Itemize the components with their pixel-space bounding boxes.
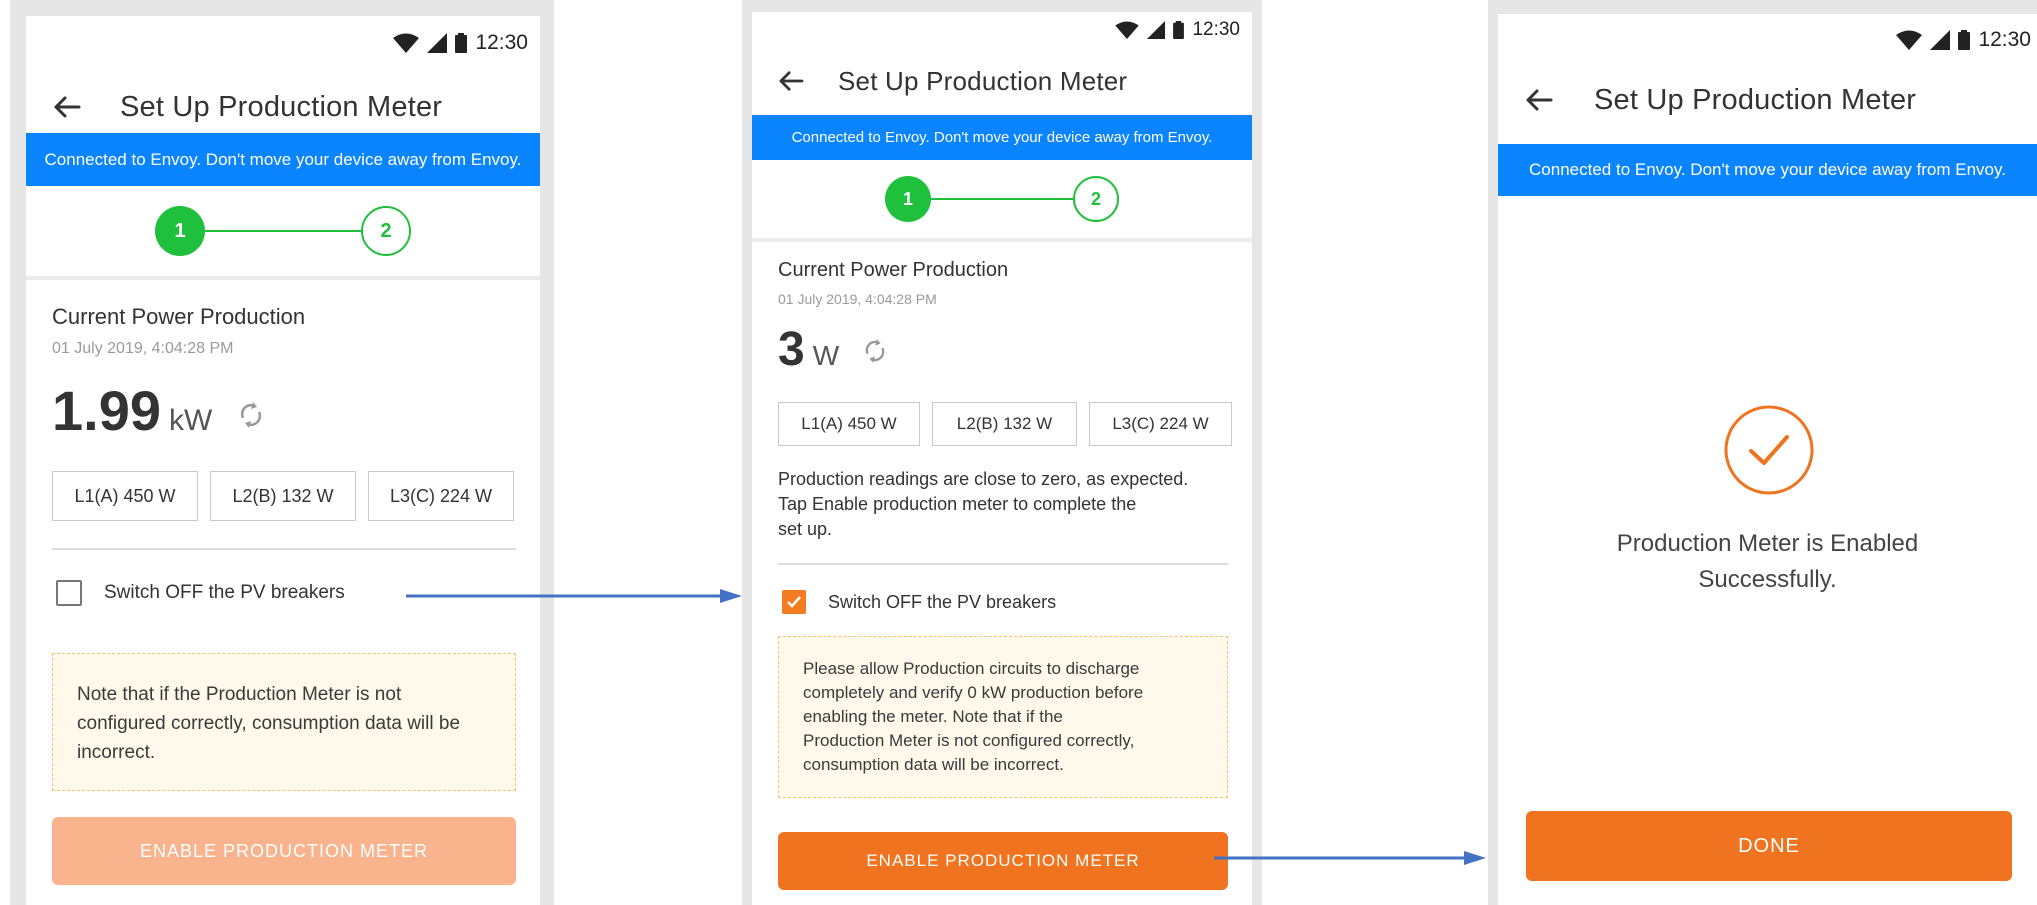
battery-icon [1173, 21, 1185, 39]
note-line-1: Please allow Production circuits to disc… [803, 659, 1140, 678]
note-line-4: Production Meter is not configured corre… [803, 731, 1135, 750]
phase-l1-reading: L1(A) 450 W [778, 402, 920, 446]
connection-banner: Connected to Envoy. Don't move your devi… [1498, 144, 2037, 196]
reading-timestamp: 01 July 2019, 4:04:28 PM [778, 291, 937, 307]
step-connector [931, 198, 1073, 200]
progress-stepper: 1 2 [752, 160, 1252, 242]
description-line-1: Production readings are close to zero, a… [778, 469, 1189, 489]
pv-breakers-checkbox[interactable] [782, 590, 806, 614]
note-line-3: enabling the meter. Note that if the [803, 707, 1063, 726]
power-value: 1.99 [52, 379, 161, 442]
description-line-2: Tap Enable production meter to complete … [778, 494, 1137, 514]
phase-l2-reading: L2(B) 132 W [932, 402, 1077, 446]
check-circle-icon [1724, 405, 1814, 495]
signal-icon [1147, 21, 1166, 39]
refresh-button[interactable] [238, 400, 264, 435]
progress-stepper: 1 2 [26, 186, 540, 280]
done-button[interactable]: DONE [1526, 811, 2012, 881]
flow-arrow-2 [1214, 851, 1486, 865]
warning-note: Please allow Production circuits to disc… [778, 636, 1228, 798]
phone-frame-3: 12:30 Set Up Production Meter Connected … [1488, 0, 2037, 905]
description-line-3: set up. [778, 519, 833, 539]
pv-breakers-checkbox[interactable] [56, 580, 82, 606]
back-button[interactable] [774, 64, 808, 98]
screen-step-1: 12:30 Set Up Production Meter Connected … [26, 16, 540, 905]
power-unit: W [812, 340, 840, 371]
status-bar: 12:30 [26, 16, 540, 70]
flow-arrow-1 [406, 589, 742, 603]
step-2-indicator: 2 [361, 206, 411, 256]
refresh-icon [241, 402, 262, 428]
section-title: Current Power Production [778, 259, 1009, 281]
note-line-3: incorrect. [77, 742, 156, 763]
battery-icon [1958, 30, 1971, 50]
status-time: 12:30 [1978, 28, 2031, 51]
pv-breakers-checkbox-row[interactable]: Switch OFF the PV breakers [56, 580, 345, 606]
success-line-1: Production Meter is Enabled [1616, 530, 1919, 557]
readings-description: Production readings are close to zero, a… [778, 467, 1238, 542]
status-time: 12:30 [1192, 19, 1240, 40]
divider [778, 563, 1228, 565]
warning-note: Note that if the Production Meter is not… [52, 653, 516, 791]
status-bar: 12:30 [1498, 14, 2037, 66]
section-title: Current Power Production [52, 304, 306, 329]
phase-l3-reading: L3(C) 224 W [1089, 402, 1232, 446]
enable-production-meter-button[interactable]: ENABLE PRODUCTION METER [52, 817, 516, 885]
divider [52, 548, 516, 550]
page-title: Set Up Production Meter [120, 90, 443, 123]
back-button[interactable] [50, 90, 84, 124]
checkmark-icon [787, 596, 801, 608]
app-bar: Set Up Production Meter [26, 72, 540, 142]
arrow-left-icon [779, 71, 804, 91]
arrow-left-icon [1526, 89, 1553, 111]
power-reading: 3 W [778, 322, 887, 377]
wifi-icon [1896, 30, 1923, 50]
phone-frame-1: 12:30 Set Up Production Meter Connected … [10, 0, 554, 905]
power-reading: 1.99 kW [52, 378, 264, 443]
status-time: 12:30 [475, 31, 528, 54]
power-unit: kW [169, 404, 213, 437]
pv-breakers-checkbox-row[interactable]: Switch OFF the PV breakers [782, 590, 1056, 614]
app-bar: Set Up Production Meter [752, 54, 1252, 108]
wifi-icon [1115, 21, 1140, 39]
checkbox-label: Switch OFF the PV breakers [828, 591, 1057, 612]
phase-readings: L1(A) 450 W L2(B) 132 W L3(C) 224 W [778, 402, 1232, 446]
app-bar: Set Up Production Meter [1498, 64, 2037, 136]
screen-success: 12:30 Set Up Production Meter Connected … [1498, 14, 2037, 905]
phase-l1-reading: L1(A) 450 W [52, 471, 198, 521]
phase-l3-reading: L3(C) 224 W [368, 471, 514, 521]
signal-icon [1930, 30, 1951, 50]
step-1-indicator: 1 [885, 176, 931, 222]
status-bar: 12:30 [752, 12, 1252, 48]
back-button[interactable] [1522, 83, 1556, 117]
connection-banner: Connected to Envoy. Don't move your devi… [26, 133, 540, 186]
step-2-indicator: 2 [1073, 176, 1119, 222]
success-line-2: Successfully. [1698, 566, 1837, 593]
note-line-5: consumption data will be incorrect. [803, 755, 1064, 774]
note-line-2: completely and verify 0 kW production be… [803, 683, 1144, 702]
phase-readings: L1(A) 450 W L2(B) 132 W L3(C) 224 W [52, 471, 514, 521]
screen-step-1-checked: 12:30 Set Up Production Meter Connected … [752, 12, 1252, 905]
power-value: 3 [778, 323, 805, 376]
checkbox-label: Switch OFF the PV breakers [104, 582, 345, 603]
phone-frame-2: 12:30 Set Up Production Meter Connected … [742, 0, 1262, 905]
phase-l2-reading: L2(B) 132 W [210, 471, 356, 521]
page-title: Set Up Production Meter [1594, 83, 1917, 116]
enable-production-meter-button[interactable]: ENABLE PRODUCTION METER [778, 832, 1228, 890]
connection-banner: Connected to Envoy. Don't move your devi… [752, 115, 1252, 160]
arrow-left-icon [54, 96, 81, 118]
refresh-button[interactable] [863, 337, 887, 370]
step-1-indicator: 1 [155, 206, 205, 256]
page-title: Set Up Production Meter [838, 65, 1128, 96]
refresh-icon [865, 339, 885, 363]
success-message: Production Meter is Enabled Successfully… [1498, 526, 2037, 598]
step-connector [205, 230, 361, 232]
wifi-icon [393, 33, 420, 53]
signal-icon [427, 33, 448, 53]
note-line-2: configured correctly, consumption data w… [77, 713, 461, 734]
reading-timestamp: 01 July 2019, 4:04:28 PM [52, 340, 234, 357]
battery-icon [455, 33, 468, 53]
note-line-1: Note that if the Production Meter is not [77, 684, 402, 705]
